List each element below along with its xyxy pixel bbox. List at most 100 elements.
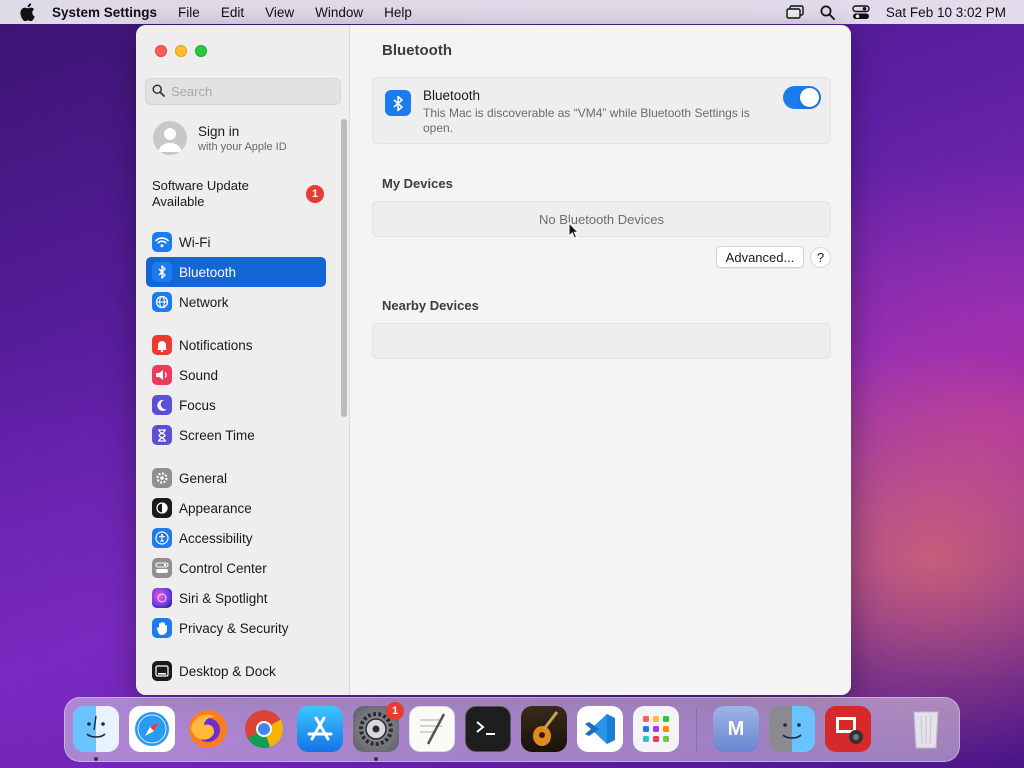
sidebar: Sign in with your Apple ID Software Upda… [136, 25, 350, 695]
siri-icon [152, 588, 172, 608]
nearby-devices-list [372, 323, 831, 359]
finder-icon[interactable] [73, 706, 119, 752]
update-badge: 1 [306, 185, 324, 203]
spotlight-search-icon[interactable] [818, 2, 838, 22]
sidebar-item-label: Desktop & Dock [179, 663, 276, 679]
bluetooth-icon [152, 262, 172, 282]
bluetooth-icon [385, 90, 411, 116]
signin-title: Sign in [198, 123, 240, 139]
sidebar-item-label: Control Center [179, 560, 267, 576]
sidebar-item-wifi[interactable]: Wi-Fi [146, 227, 326, 257]
menu-window[interactable]: Window [315, 5, 363, 20]
textedit-icon[interactable] [409, 706, 455, 752]
menu-edit[interactable]: Edit [221, 5, 244, 20]
bluetooth-card: Bluetooth This Mac is discoverable as “V… [372, 77, 831, 144]
system-settings-running-dot [374, 757, 378, 761]
window-controls [155, 45, 207, 57]
search-input[interactable] [171, 84, 331, 99]
no-devices-text: No Bluetooth Devices [538, 211, 664, 227]
advanced-button[interactable]: Advanced... [716, 246, 804, 268]
page-title: Bluetooth [382, 42, 452, 59]
apple-menu-icon[interactable] [18, 3, 36, 21]
globe-icon [152, 292, 172, 312]
dock: 1 M [64, 697, 960, 762]
bluetooth-description: This Mac is discoverable as “VM4” while … [423, 106, 750, 135]
system-settings-window: Sign in with your Apple ID Software Upda… [136, 25, 851, 695]
launchpad-icon[interactable] [633, 706, 679, 752]
control-center-icon [152, 558, 172, 578]
sidebar-item-privacy[interactable]: Privacy & Security [146, 613, 326, 643]
vscode-icon[interactable] [577, 706, 623, 752]
menu-app-name[interactable]: System Settings [52, 5, 157, 20]
bluetooth-name: Bluetooth [423, 88, 481, 103]
safari-icon[interactable] [129, 706, 175, 752]
mouse-cursor-icon [568, 221, 580, 240]
sidebar-item-appearance[interactable]: Appearance [146, 493, 326, 523]
sidebar-item-label: Bluetooth [179, 264, 237, 280]
help-button[interactable]: ? [810, 247, 831, 268]
menu-clock[interactable]: Sat Feb 10 3:02 PM [886, 5, 1006, 20]
bluetooth-toggle[interactable] [783, 86, 821, 109]
chrome-icon[interactable] [241, 706, 287, 752]
sidebar-scrollbar[interactable] [341, 119, 347, 417]
software-update-label: Software Update Available [152, 178, 249, 209]
wifi-icon [152, 232, 172, 252]
m-app-icon[interactable]: M [713, 706, 759, 752]
sidebar-item-accessibility[interactable]: Accessibility [146, 523, 326, 553]
terminal-icon[interactable] [465, 706, 511, 752]
sidebar-item-bluetooth[interactable]: Bluetooth [146, 257, 326, 287]
sidebar-item-general[interactable]: General [146, 463, 326, 493]
sidebar-item-siri[interactable]: Siri & Spotlight [146, 583, 326, 613]
m-app-letter: M [727, 717, 745, 740]
sidebar-search[interactable] [145, 78, 341, 105]
hand-icon [152, 618, 172, 638]
sidebar-item-control-center[interactable]: Control Center [146, 553, 326, 583]
sidebar-item-focus[interactable]: Focus [146, 390, 326, 420]
minimize-button[interactable] [175, 45, 187, 57]
nearby-devices-heading: Nearby Devices [382, 298, 479, 313]
menu-help[interactable]: Help [384, 5, 412, 20]
my-devices-heading: My Devices [382, 176, 453, 191]
hourglass-icon [152, 425, 172, 445]
appearance-icon [152, 498, 172, 518]
app-store-icon[interactable] [297, 706, 343, 752]
avatar [153, 121, 187, 155]
sidebar-item-screen-time[interactable]: Screen Time [146, 420, 326, 450]
search-icon [152, 83, 165, 100]
software-update-item[interactable]: Software Update Available 1 [152, 178, 324, 210]
finder-running-dot [94, 757, 98, 761]
menu-file[interactable]: File [178, 5, 200, 20]
sidebar-item-sound[interactable]: Sound [146, 360, 326, 390]
close-button[interactable] [155, 45, 167, 57]
accessibility-icon [152, 528, 172, 548]
content-pane: Bluetooth Bluetooth This Mac is discover… [351, 25, 851, 695]
dock-icon [152, 661, 172, 681]
dock-separator [696, 708, 697, 752]
gear-icon [152, 468, 172, 488]
migration-icon[interactable] [769, 706, 815, 752]
sidebar-item-label: Wi-Fi [179, 234, 211, 250]
menu-view[interactable]: View [265, 5, 294, 20]
apple-id-signin[interactable]: Sign in with your Apple ID [153, 121, 287, 155]
garageband-icon[interactable] [521, 706, 567, 752]
sidebar-item-label: Privacy & Security [179, 620, 289, 636]
my-devices-list: No Bluetooth Devices [372, 201, 831, 237]
sidebar-item-label: Sound [179, 367, 219, 383]
speaker-icon [152, 365, 172, 385]
sidebar-item-label: General [179, 470, 228, 486]
signin-subtitle: with your Apple ID [198, 140, 287, 153]
sidebar-item-desktop-dock[interactable]: Desktop & Dock [146, 656, 326, 686]
photo-booth-icon[interactable] [825, 706, 871, 752]
sidebar-item-label: Notifications [179, 337, 253, 353]
sidebar-item-label: Appearance [179, 500, 252, 516]
trash-icon[interactable] [903, 706, 949, 752]
screen-mirroring-icon[interactable] [785, 2, 805, 22]
zoom-button[interactable] [195, 45, 207, 57]
sidebar-item-notifications[interactable]: Notifications [146, 330, 326, 360]
sidebar-item-network[interactable]: Network [146, 287, 326, 317]
sidebar-item-label: Network [179, 294, 229, 310]
bell-icon [152, 335, 172, 355]
firefox-icon[interactable] [185, 706, 231, 752]
control-center-icon[interactable] [851, 2, 871, 22]
sidebar-item-label: Screen Time [179, 427, 255, 443]
